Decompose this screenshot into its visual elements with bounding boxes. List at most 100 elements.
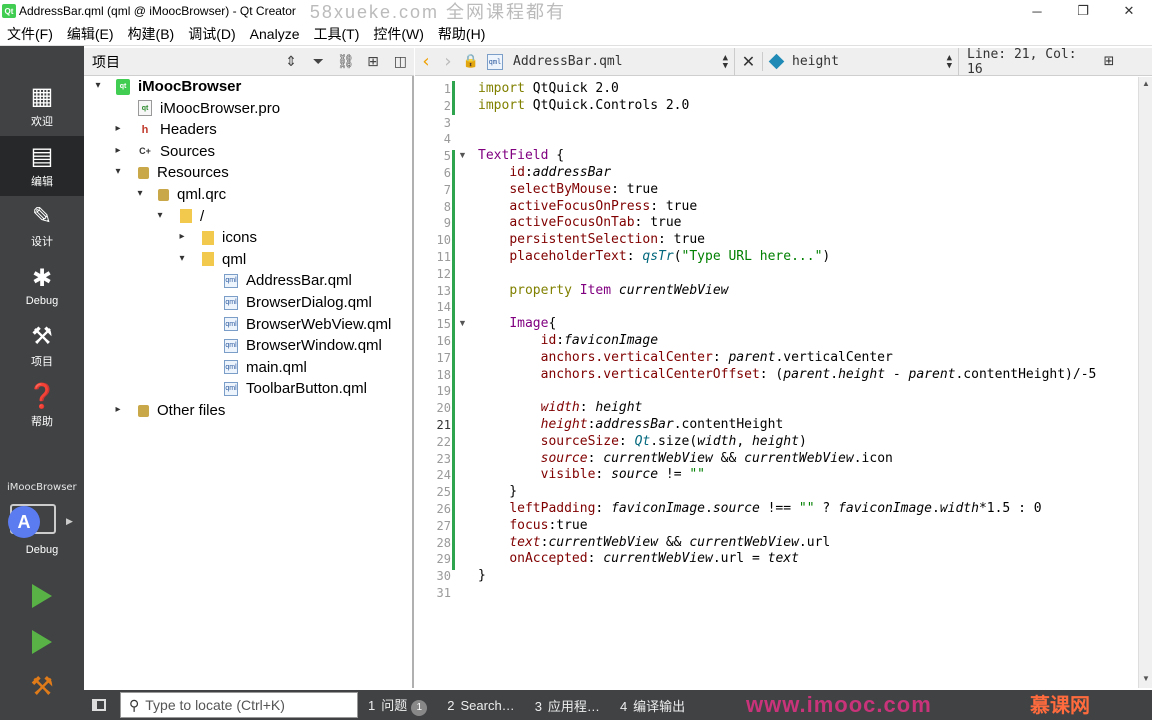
current-file-name: AddressBar.qml [513,54,623,69]
project-tree: ▾ qt iMoocBrowser qt iMoocBrowser.pro ▸ h Heade… [84,76,414,688]
watermark-text: 58xueke.com 全网课程都有 [309,2,566,22]
tree-expand-arrow-icon[interactable]: ▾ [112,166,124,177]
menu-edit[interactable]: 编辑(E) [60,22,121,46]
tree-item[interactable]: h Headers [138,119,217,140]
tree-item[interactable]: Resources [138,162,229,183]
tree-expand-arrow-icon[interactable]: ▸ [176,231,188,242]
tree-item[interactable]: qml BrowserDialog.qml [224,292,372,313]
menu-debug[interactable]: 调试(D) [181,22,242,46]
tree-item-label: main.qml [246,358,307,376]
code-line: import QtQuick.Controls 2.0 [478,97,690,113]
debug-run-button[interactable] [26,626,58,658]
tree-item[interactable]: / [180,206,204,227]
split-editor-icon[interactable]: ⊞ [1099,54,1119,69]
tree-expand-arrow-icon[interactable]: ▾ [154,210,166,221]
run-button[interactable] [26,580,58,612]
code-line: TextField { [478,148,565,164]
back-icon[interactable]: ‹ [415,51,437,72]
fold-arrow-icon[interactable]: ▼ [458,150,467,160]
mode-edit[interactable]: ▤ 编辑 [0,136,84,196]
tree-expand-arrow-icon[interactable]: ▾ [134,188,146,199]
locator-input[interactable]: ⚲ Type to locate (Ctrl+K) [120,692,358,718]
tree-item[interactable]: qml BrowserWindow.qml [224,335,382,356]
output-tab-app-output[interactable]: 3 应用程… [525,696,610,715]
line-number: 23 [436,451,451,466]
toggle-sidebar-button[interactable] [84,690,114,720]
line-number: 12 [436,266,451,281]
property-diamond-icon [768,53,785,70]
split-pane-icon[interactable]: ⊞ [359,53,386,70]
issue-count-badge: 1 [411,699,428,716]
combo-arrows-icon: ▲ ▼ [722,52,728,71]
tab-number: 4 [619,698,628,714]
mode-edit-label: 编辑 [31,176,53,188]
tree-item[interactable]: qt iMoocBrowser.pro [138,98,280,119]
avatar: A [8,506,40,538]
change-marker [452,150,455,570]
tree-item[interactable]: qml BrowserWebView.qml [224,314,391,335]
mode-help[interactable]: ❓ 帮助 [0,376,84,436]
mode-debug[interactable]: ✱ Debug [0,256,84,316]
tree-item[interactable]: qt iMoocBrowser [116,76,241,97]
tree-expand-arrow-icon[interactable]: ▸ [112,404,124,415]
code-line: visible: source != "" [540,467,706,483]
line-number: 22 [436,434,451,449]
tree-item[interactable]: qml [202,249,246,270]
folder-icon [202,252,214,267]
code-editor[interactable]: 1 2 3 4 5 6 7 8 9 10 11 12 13 14 15 16 17 18 19 20 21 22 23 24 2… [415,77,1138,688]
restore-icon[interactable]: ❐ [1060,0,1106,22]
mode-welcome[interactable]: ▦ 欢迎 [0,76,84,136]
menu-analyze[interactable]: Analyze [243,22,307,46]
open-documents-combo[interactable]: qml AddressBar.qml ▲ ▼ [483,47,735,76]
output-tab-compile[interactable]: 4 编译输出 [610,696,695,715]
lock-file-icon [158,188,169,201]
output-tab-search[interactable]: 2 Search… [437,698,524,713]
build-button[interactable]: ⚒ [26,670,58,702]
tree-expand-arrow-icon[interactable]: ▾ [176,253,188,264]
tree-expand-arrow-icon[interactable]: ▾ [92,80,104,91]
menu-tools[interactable]: 工具(T) [306,22,366,46]
line-number: 13 [436,283,451,298]
forward-icon[interactable]: › [437,51,459,72]
tree-item[interactable]: qml AddressBar.qml [224,270,352,291]
tree-expand-arrow-icon[interactable]: ▸ [112,145,124,156]
close-pane-icon[interactable]: ◫ [387,53,414,70]
kit-selector[interactable]: iMoocBrowser A ▶ Debug [0,476,84,566]
tree-item[interactable]: C+ Sources [138,141,215,162]
link-icon[interactable]: ⛓ [332,53,359,70]
output-tab-issues[interactable]: 1 问题 1 [358,695,437,716]
cursor-position[interactable]: Line: 21, Col: 16 [959,47,1099,77]
fold-arrow-icon[interactable]: ▼ [458,318,467,328]
tree-item[interactable]: qml ToolbarButton.qml [224,378,367,399]
menu-file[interactable]: 文件(F) [0,22,60,46]
scroll-down-icon[interactable]: ▼ [1139,674,1152,683]
code-line: focus:true [509,517,588,533]
tree-item[interactable]: icons [202,227,257,248]
scroll-up-icon[interactable]: ▲ [1139,79,1152,88]
menu-controls[interactable]: 控件(W) [366,22,431,46]
lock-file-icon [138,404,149,417]
tree-item[interactable]: Other files [138,400,225,421]
code-line: leftPadding: faviconImage.source !== "" … [509,500,1042,516]
mode-projects[interactable]: ⚒ 项目 [0,316,84,376]
tree-item[interactable]: qml.qrc [158,184,226,205]
tree-expand-arrow-icon[interactable]: ▸ [112,123,124,134]
menu-build[interactable]: 构建(B) [121,22,182,46]
menu-help[interactable]: 帮助(H) [431,22,492,46]
minimize-icon[interactable]: ─ [1014,0,1060,22]
filter-icon[interactable]: ⏷ [305,53,332,70]
line-number: 25 [436,485,451,500]
close-window-icon[interactable]: ✕ [1106,0,1152,22]
line-number: 30 [436,569,451,584]
line-number: 31 [436,586,451,600]
close-document-icon[interactable]: ✕ [735,52,763,71]
mode-design[interactable]: ✎ 设计 [0,196,84,256]
view-select-arrows-icon[interactable]: ⇕ [277,53,304,70]
mode-help-label: 帮助 [31,416,53,428]
editor-scrollbar[interactable]: ▲ ▼ [1138,77,1152,688]
line-number: 18 [436,367,451,382]
tree-item[interactable]: qml main.qml [224,357,307,378]
symbol-combo[interactable]: height ▲ ▼ [763,47,959,76]
tree-item-label: BrowserWebView.qml [246,315,392,333]
